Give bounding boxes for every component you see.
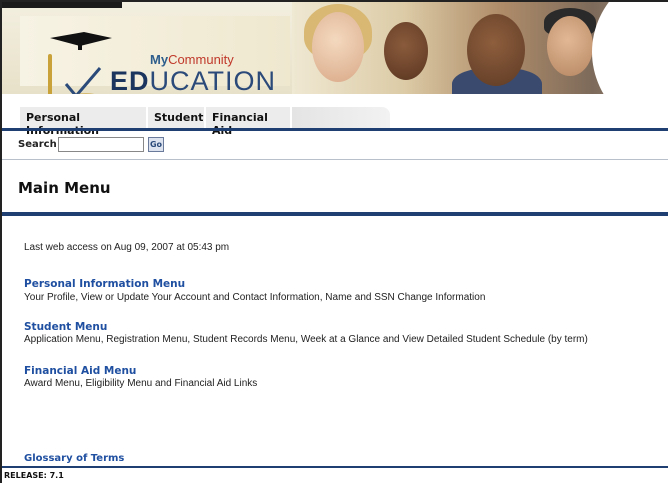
footer-divider xyxy=(2,466,668,468)
logo-mycommunity: MyCommunity xyxy=(150,52,234,67)
glossary-link[interactable]: Glossary of Terms xyxy=(24,453,124,464)
header-swoosh xyxy=(592,2,668,94)
tab-student[interactable]: Student xyxy=(148,107,204,128)
tab-obscured[interactable] xyxy=(292,107,390,128)
tab-personal-information[interactable]: Personal Information xyxy=(20,107,146,137)
person-face xyxy=(384,22,428,80)
logo-my-text: My xyxy=(150,52,169,67)
personal-information-menu-link[interactable]: Personal Information Menu xyxy=(24,278,185,290)
release-label: RELEASE: 7.1 xyxy=(4,471,64,480)
tab-bar: Personal Information Student Financial A… xyxy=(2,103,668,137)
person-face xyxy=(547,16,593,76)
logo-stroke xyxy=(48,54,52,94)
student-menu-link[interactable]: Student Menu xyxy=(24,321,107,333)
person-face xyxy=(312,12,364,82)
search-label: Search xyxy=(18,139,57,150)
logo-education: EDUCATION xyxy=(110,66,276,94)
header-top-strip xyxy=(2,2,122,8)
logo-ed-text: ED xyxy=(110,66,150,94)
student-menu-desc: Application Menu, Registration Menu, Stu… xyxy=(24,334,588,345)
logo-community-text: Community xyxy=(168,52,234,67)
search-divider xyxy=(2,159,668,160)
personal-information-menu-desc: Your Profile, View or Update Your Accoun… xyxy=(24,292,486,303)
page-title: Main Menu xyxy=(18,179,111,197)
person-face xyxy=(467,14,525,86)
financial-aid-menu-desc: Award Menu, Eligibility Menu and Financi… xyxy=(24,378,258,389)
header-photo xyxy=(292,2,668,94)
go-button[interactable]: Go xyxy=(148,137,164,152)
header-banner: MyCommunity EDUCATION xyxy=(2,2,668,94)
search-input[interactable] xyxy=(58,137,144,152)
logo[interactable]: MyCommunity EDUCATION xyxy=(20,16,290,94)
tab-financial-aid[interactable]: Financial Aid xyxy=(206,107,290,137)
graduation-cap-icon xyxy=(50,32,112,50)
logo-ucation-text: UCATION xyxy=(149,66,277,94)
title-divider xyxy=(2,212,668,216)
last-access-text: Last web access on Aug 09, 2007 at 05:43… xyxy=(24,242,230,253)
checkmark-icon xyxy=(64,67,102,94)
financial-aid-menu-link[interactable]: Financial Aid Menu xyxy=(24,365,136,377)
tab-divider xyxy=(2,128,668,131)
